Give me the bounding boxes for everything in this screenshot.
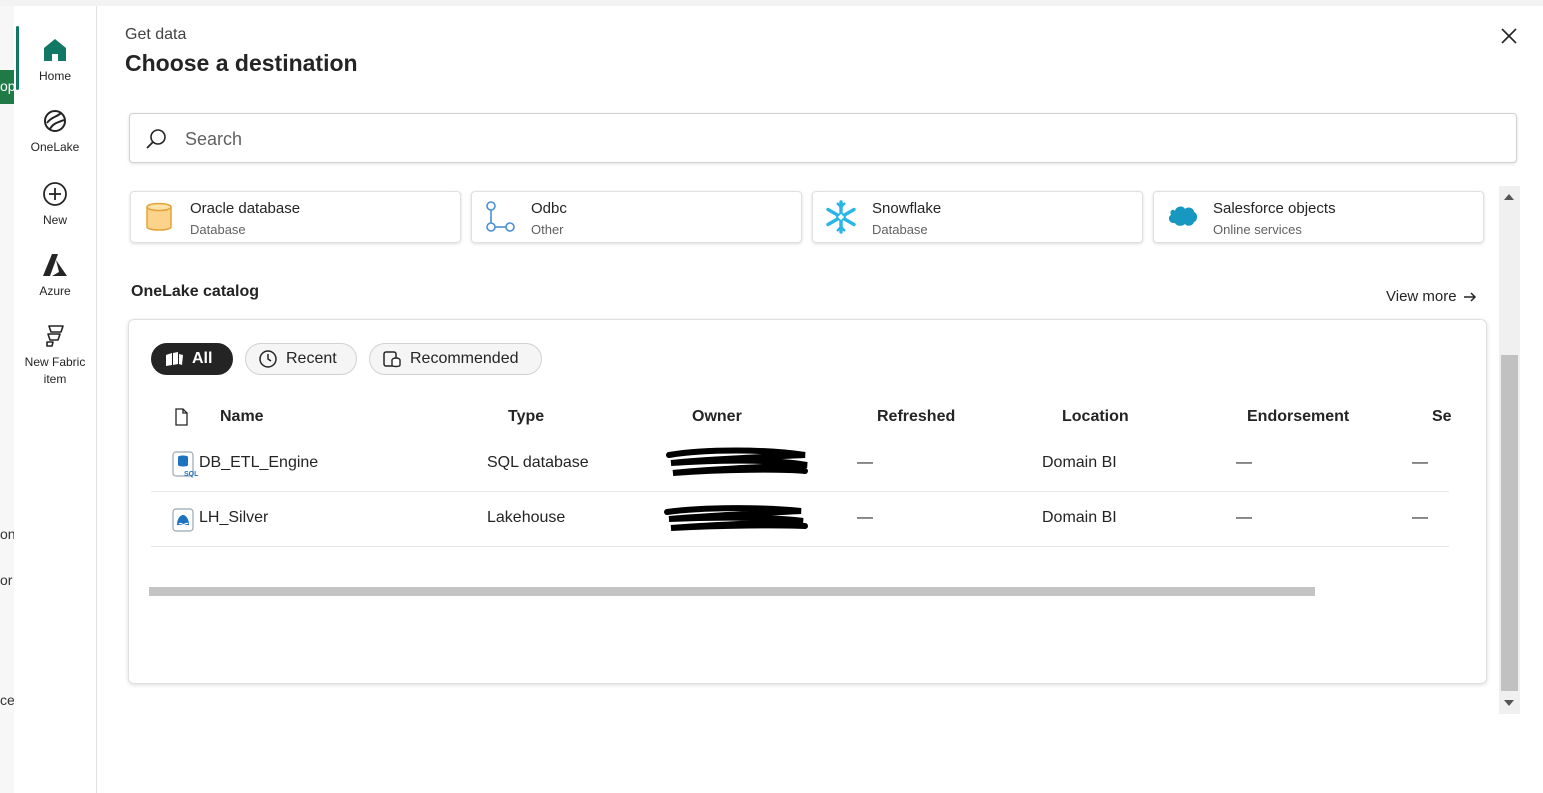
fabric-item-icon [46, 325, 64, 347]
column-header-owner[interactable]: Owner [692, 408, 742, 426]
card-type: Other [531, 222, 564, 237]
vertical-scrollbar[interactable] [1499, 186, 1520, 714]
card-name: Oracle database [190, 200, 301, 217]
card-type: Online services [1213, 222, 1302, 237]
column-header-sensitivity[interactable]: Se [1432, 408, 1452, 426]
filter-label: Recent [286, 350, 337, 367]
source-card-oracle-database[interactable]: Oracle database Database [130, 191, 461, 243]
card-type: Database [190, 222, 246, 237]
rail-item-label: Home [38, 69, 71, 83]
table-row[interactable]: LH_Silver Lakehouse — Domain BI — — [151, 492, 1449, 547]
row-sensitivity: — [1412, 509, 1428, 526]
row-refreshed: — [857, 509, 873, 526]
home-icon [44, 39, 66, 61]
catalog-panel: All Recent Recommended Name Type Owner R… [128, 319, 1487, 684]
row-name: LH_Silver [199, 509, 269, 526]
svg-text:SQL: SQL [184, 471, 199, 478]
catalog-title: OneLake catalog [131, 283, 260, 300]
lakehouse-icon [172, 508, 194, 532]
column-header-refreshed[interactable]: Refreshed [877, 408, 955, 426]
background-fragment: op [0, 78, 15, 94]
row-name: DB_ETL_Engine [199, 454, 319, 471]
arrow-right-icon [1463, 291, 1476, 302]
card-type: Database [872, 222, 928, 237]
row-location: Domain BI [1042, 454, 1117, 471]
filter-label: All [192, 350, 213, 367]
view-more-link[interactable]: View more [1386, 288, 1477, 305]
rail-item-label: New Fabric item [24, 355, 86, 386]
file-type-icon [175, 408, 188, 426]
view-more-label: View more [1386, 288, 1457, 305]
owner-redacted [664, 505, 808, 531]
rail-item-label: Azure [39, 284, 71, 298]
search-box [129, 113, 1517, 163]
background-fragment: or [0, 572, 13, 588]
row-sensitivity: — [1412, 454, 1428, 471]
filter-pill-recommended[interactable]: Recommended [369, 343, 542, 375]
column-header-location[interactable]: Location [1062, 408, 1129, 426]
get-data-dialog: Home OneLake New Azure New Fabric item G… [14, 6, 1543, 793]
search-input[interactable] [183, 124, 1487, 154]
close-icon[interactable] [1497, 24, 1521, 48]
horizontal-scrollbar[interactable] [149, 587, 1315, 596]
scrollbar-thumb[interactable] [1501, 355, 1518, 691]
owner-redacted [666, 447, 808, 476]
plus-circle-icon [43, 182, 67, 206]
card-name: Salesforce objects [1213, 200, 1336, 217]
snowflake-icon [826, 200, 856, 234]
column-header-type[interactable]: Type [508, 408, 544, 426]
background-fragment: on [0, 526, 15, 542]
table-row[interactable]: SQL DB_ETL_Engine SQL database — Domain … [151, 437, 1449, 492]
scroll-up-arrow-icon[interactable] [1504, 194, 1514, 200]
row-type: SQL database [487, 454, 589, 471]
row-endorsement: — [1236, 454, 1252, 471]
salesforce-icon [1168, 206, 1197, 226]
dialog-title: Choose a destination [125, 50, 358, 76]
filter-pill-recent[interactable]: Recent [245, 343, 357, 375]
clock-icon [259, 350, 277, 368]
rail-item-home[interactable]: Home [14, 26, 96, 90]
source-card-salesforce-objects[interactable]: Salesforce objects Online services [1153, 191, 1484, 243]
rail-item-azure[interactable]: Azure [14, 251, 96, 300]
card-name: Snowflake [872, 200, 942, 217]
sql-database-icon: SQL [172, 451, 199, 478]
rail-item-new[interactable]: New [14, 180, 96, 229]
row-location: Domain BI [1042, 509, 1117, 526]
column-header-endorsement[interactable]: Endorsement [1247, 408, 1349, 426]
recommended-icon [383, 351, 401, 368]
search-icon [146, 129, 166, 149]
source-card-odbc[interactable]: Odbc Other [471, 191, 802, 243]
source-card-snowflake[interactable]: Snowflake Database [812, 191, 1143, 243]
onelake-icon [44, 110, 66, 132]
oracle-database-icon [146, 202, 172, 231]
column-header-name[interactable]: Name [220, 408, 264, 426]
scroll-down-arrow-icon[interactable] [1504, 700, 1514, 706]
azure-icon [43, 254, 67, 276]
background-fragment: ce [0, 692, 15, 708]
all-items-icon [166, 352, 183, 366]
background-app-panel: op on or ce [0, 6, 15, 793]
filter-label: Recommended [410, 350, 519, 367]
dialog-subtitle: Get data [125, 26, 187, 43]
odbc-icon [486, 201, 515, 232]
card-name: Odbc [531, 200, 567, 217]
rail-item-label: OneLake [30, 140, 80, 154]
rail-item-new-fabric-item[interactable]: New Fabric item [14, 322, 96, 388]
row-refreshed: — [857, 454, 873, 471]
row-endorsement: — [1236, 509, 1252, 526]
filter-pill-all[interactable]: All [151, 343, 233, 375]
rail-item-onelake[interactable]: OneLake [14, 107, 96, 156]
row-type: Lakehouse [487, 509, 566, 526]
left-nav-rail: Home OneLake New Azure New Fabric item [14, 6, 97, 793]
rail-item-label: New [42, 213, 67, 227]
